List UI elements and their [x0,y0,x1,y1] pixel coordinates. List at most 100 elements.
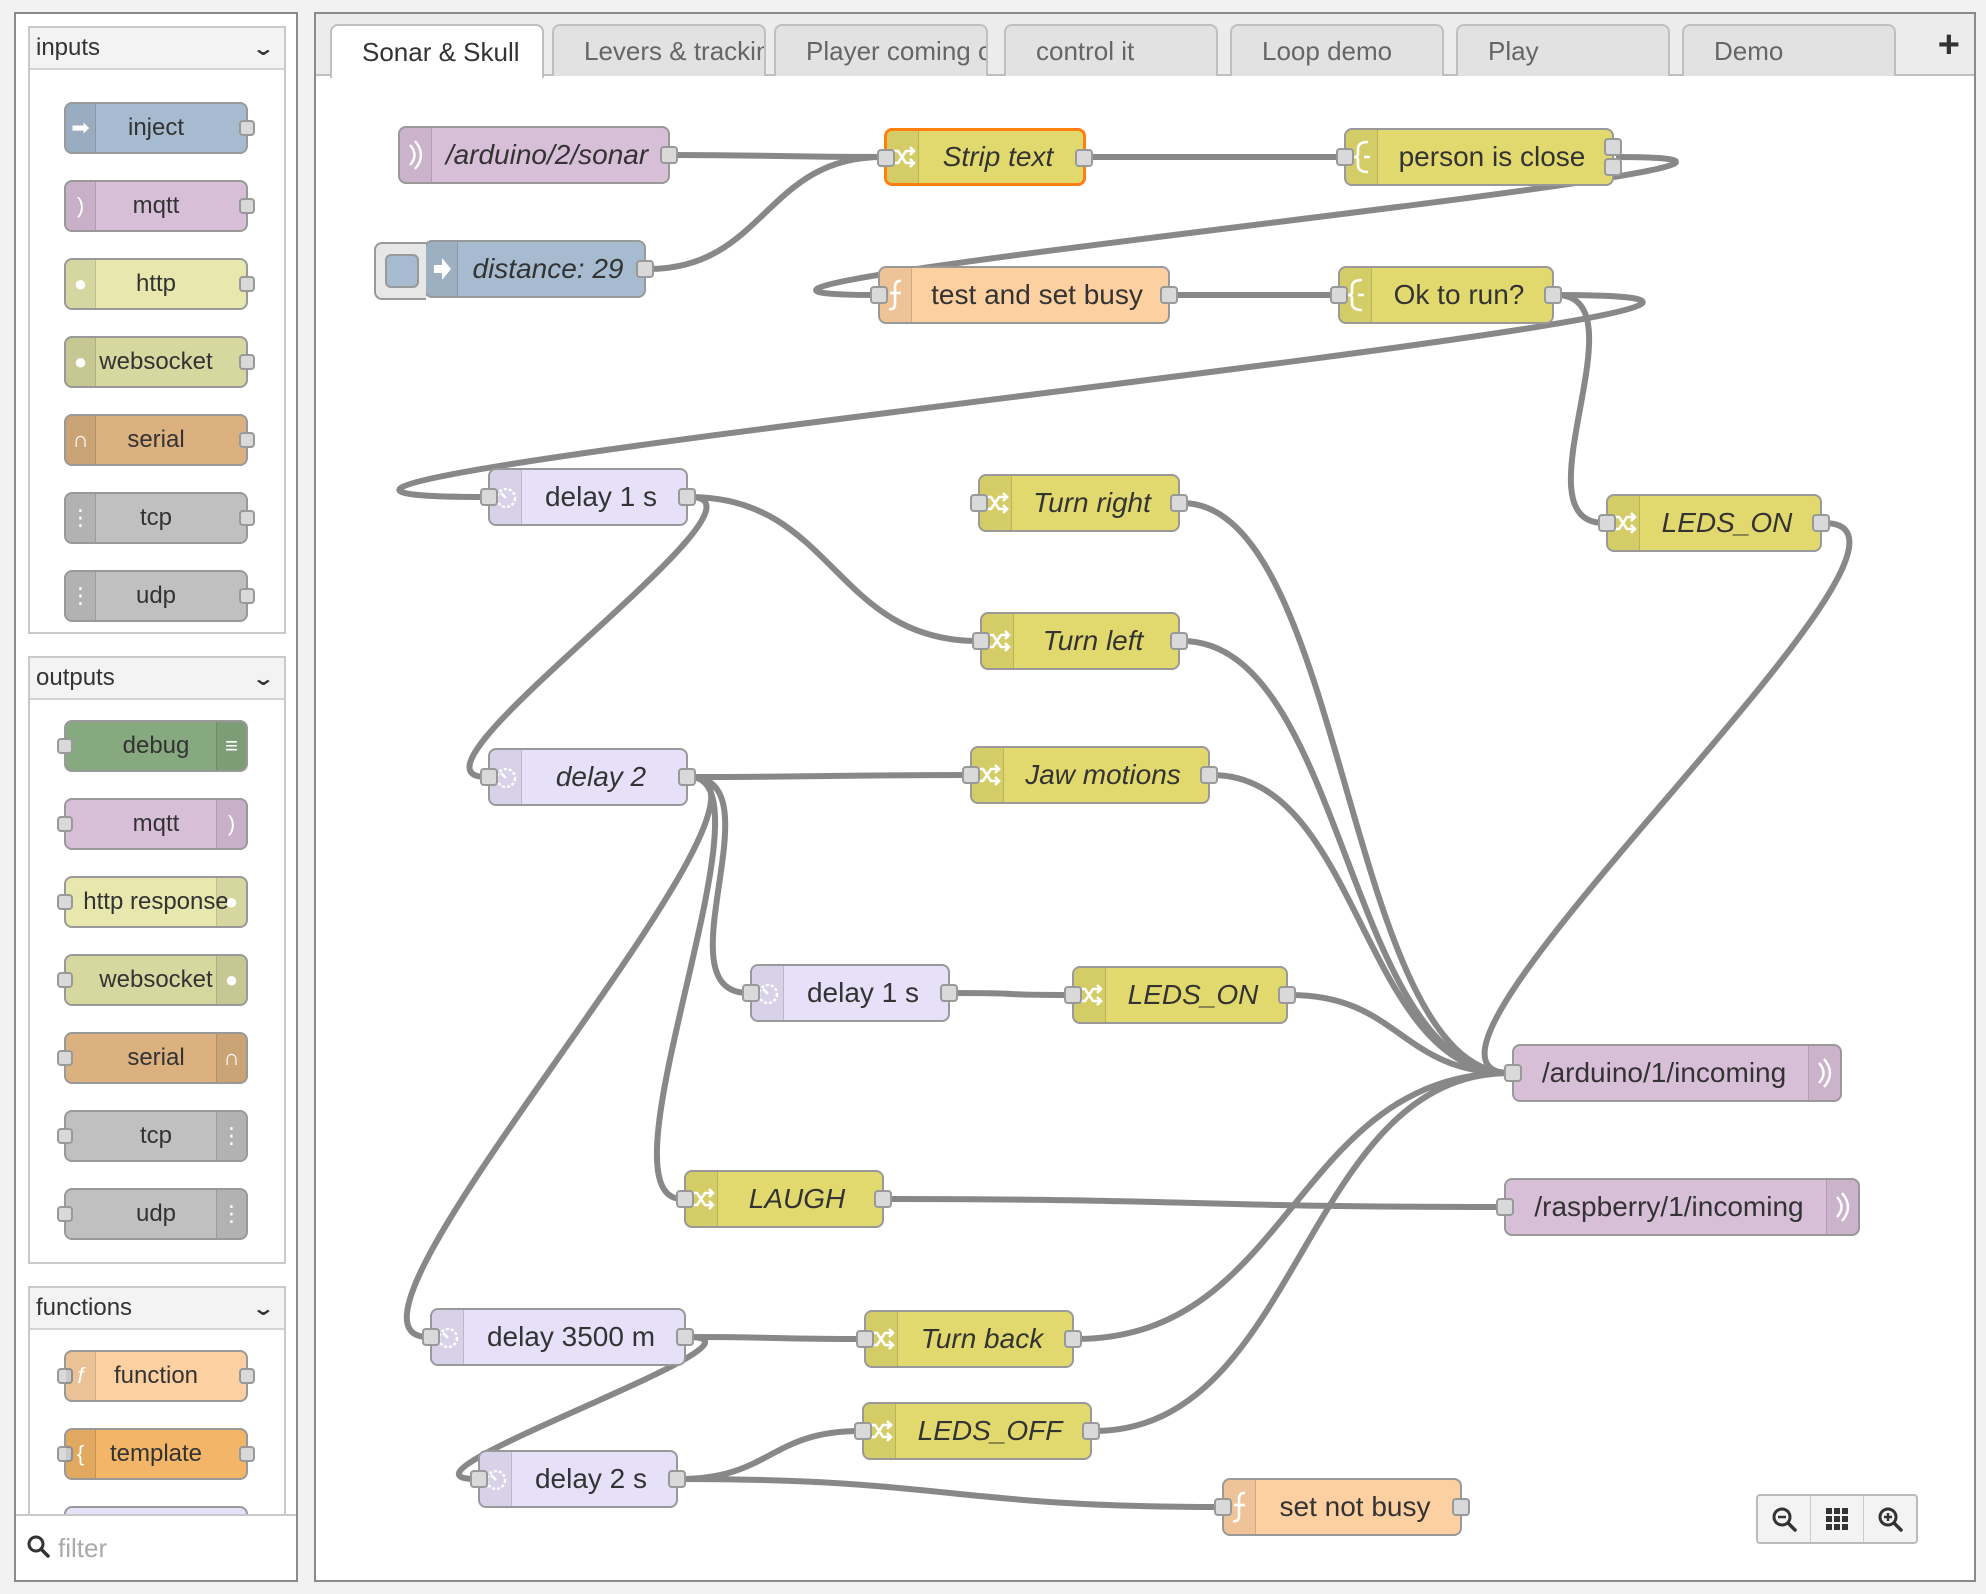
output-port[interactable] [1604,158,1622,176]
flow-node-change[interactable]: LEDS_ON [1598,494,1830,552]
input-port[interactable] [970,494,988,512]
input-port[interactable] [972,632,990,650]
zoom-reset-icon[interactable] [1811,1496,1864,1542]
flow-node-change[interactable]: LEDS_ON [1064,966,1296,1024]
output-port[interactable] [1170,632,1188,650]
flow-node-switch[interactable]: person is close [1336,128,1622,186]
output-port[interactable] [1064,1330,1082,1348]
white-globe-icon: ● [66,260,96,308]
palette-node-serial-out[interactable]: serial ∩ [57,1032,248,1084]
flow-node-change[interactable]: Turn back [856,1310,1082,1368]
input-port[interactable] [422,1328,440,1346]
flow-node-switch[interactable]: Ok to run? [1330,266,1562,324]
flow-node-mqtt[interactable]: /arduino/2/sonar [398,126,678,184]
category-header-outputs[interactable]: outputs ⌄ [30,658,284,700]
input-port[interactable] [1064,986,1082,1004]
output-port[interactable] [678,768,696,786]
output-port[interactable] [678,488,696,506]
tab-sonar-skull[interactable]: Sonar & Skull [330,24,544,78]
palette-node-websocket-in[interactable]: ● websocket [64,336,255,388]
palette-node-inject[interactable]: ➡ inject [64,102,255,154]
flow-node-change[interactable]: Turn right [970,474,1188,532]
palette-node-mqtt-out[interactable]: mqtt ) [57,798,248,850]
input-port[interactable] [870,286,888,304]
palette-node-http-response[interactable]: http response ● [57,876,248,928]
palette-node-function[interactable]: f function [57,1350,255,1402]
flow-node-delay[interactable]: delay 3500 m [422,1308,694,1366]
tab-levers-tracking[interactable]: Levers & tracking [552,24,766,76]
input-port[interactable] [1598,514,1616,532]
zoom-in-icon[interactable] [1864,1496,1916,1542]
input-port[interactable] [480,488,498,506]
output-port[interactable] [660,146,678,164]
output-port[interactable] [1160,286,1178,304]
output-port[interactable] [1812,514,1830,532]
palette-node-serial-in[interactable]: ∩ serial [64,414,255,466]
palette-node-mqtt-in[interactable]: ) mqtt [64,180,255,232]
flow-node-delay[interactable]: delay 1 s [742,964,958,1022]
flow-node-delay[interactable]: delay 2 [480,748,696,806]
input-port[interactable] [676,1190,694,1208]
input-port[interactable] [962,766,980,784]
flow-node-change[interactable]: Jaw motions [962,746,1218,804]
chevron-down-icon[interactable]: ⌄ [252,666,275,691]
tab-loop-demo[interactable]: Loop demo [1230,24,1444,76]
flow-node-inject[interactable]: distance: 29 [374,240,654,300]
palette-node-websocket-out[interactable]: websocket ● [57,954,248,1006]
output-port[interactable] [874,1190,892,1208]
palette-node-udp-out[interactable]: udp ⋮ [57,1188,248,1240]
output-port[interactable] [668,1470,686,1488]
flow-node-change[interactable]: LEDS_OFF [854,1402,1100,1460]
chevron-down-icon[interactable]: ⌄ [252,1296,275,1321]
input-port[interactable] [1496,1198,1514,1216]
output-port[interactable] [1075,149,1093,167]
output-port[interactable] [676,1328,694,1346]
output-port[interactable] [1604,138,1622,156]
tab-play[interactable]: Play [1456,24,1670,76]
tab-control-it[interactable]: control it [1004,24,1218,76]
input-port[interactable] [1214,1498,1232,1516]
category-header-functions[interactable]: functions ⌄ [30,1288,284,1330]
palette-filter-input[interactable] [58,1532,278,1564]
input-port[interactable] [742,984,760,1002]
palette-node-tcp-in[interactable]: ⋮ tcp [64,492,255,544]
category-header-inputs[interactable]: inputs ⌄ [30,28,284,70]
input-port[interactable] [1504,1064,1522,1082]
input-port[interactable] [1330,286,1348,304]
flow-node-change[interactable]: Turn left [972,612,1188,670]
chevron-down-icon[interactable]: ⌄ [252,36,275,61]
palette-node-debug[interactable]: debug ≡ [57,720,248,772]
flow-node-mqtt[interactable]: /raspberry/1/incoming [1496,1178,1860,1236]
palette-node-http-in[interactable]: ● http [64,258,255,310]
output-port[interactable] [1278,986,1296,1004]
output-port[interactable] [1452,1498,1470,1516]
output-port[interactable] [940,984,958,1002]
flow-node-delay[interactable]: delay 2 s [470,1450,686,1508]
flow-node-mqtt[interactable]: /arduino/1/incoming [1504,1044,1842,1102]
palette-node-udp-in[interactable]: ⋮ udp [64,570,255,622]
palette-node-template[interactable]: { template [57,1428,255,1480]
flow-node-delay[interactable]: delay 1 s [480,468,696,526]
palette-node-tcp-out[interactable]: tcp ⋮ [57,1110,248,1162]
tab-player-coming[interactable]: Player coming c [774,24,988,76]
flow-node-function[interactable]: set not busy [1214,1478,1470,1536]
input-port[interactable] [877,149,895,167]
output-port[interactable] [1082,1422,1100,1440]
palette-node-label: udp [135,582,177,609]
input-port[interactable] [470,1470,488,1488]
flow-node-change[interactable]: Strip text [877,128,1093,186]
input-port[interactable] [480,768,498,786]
input-port[interactable] [1336,148,1354,166]
flow-node-change[interactable]: LAUGH [676,1170,892,1228]
zoom-out-icon[interactable] [1758,1496,1811,1542]
tab-demo[interactable]: Demo [1682,24,1896,76]
input-port[interactable] [854,1422,872,1440]
input-port[interactable] [856,1330,874,1348]
output-port[interactable] [1170,494,1188,512]
output-port[interactable] [1200,766,1218,784]
output-port[interactable] [636,260,654,278]
output-port[interactable] [1544,286,1562,304]
inject-trigger-button[interactable] [374,242,426,300]
add-tab-icon[interactable]: + [1938,26,1960,64]
flow-node-function[interactable]: test and set busy [870,266,1178,324]
